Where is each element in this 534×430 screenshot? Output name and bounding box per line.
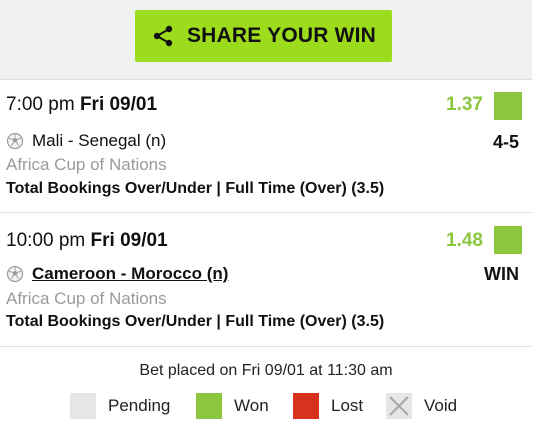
soccer-ball-icon [6, 132, 24, 150]
selection-time: 7:00 pm Fri 09/01 [6, 94, 157, 116]
competition-name: Africa Cup of Nations [6, 155, 167, 174]
event-link[interactable]: Cameroon - Morocco (n) [32, 264, 228, 284]
share-area: SHARE YOUR WIN [0, 0, 532, 80]
void-x-icon [386, 393, 412, 419]
share-your-win-button[interactable]: SHARE YOUR WIN [135, 10, 392, 62]
soccer-ball-icon [6, 265, 24, 283]
selection-date: Fri 09/01 [79, 94, 158, 115]
won-status-indicator [494, 92, 522, 120]
event-line: Mali - Senegal (n) [6, 131, 166, 151]
bet-receipt: SHARE YOUR WIN 7:00 pm Fri 09/01 1.37 Ma… [0, 0, 534, 430]
pending-swatch [70, 393, 96, 419]
status-legend: Pending Won Lost Void [70, 393, 457, 419]
event-result: WIN [484, 264, 519, 284]
legend-item-lost: Lost [293, 393, 386, 419]
selection-date: Fri 09/01 [90, 230, 168, 251]
bet-placed-text: Bet placed on Fri 09/01 at 11:30 am [139, 362, 393, 379]
selection-odds: 1.48 [446, 230, 483, 251]
market-description: Total Bookings Over/Under | Full Time (O… [6, 180, 385, 197]
selection-item: 10:00 pm Fri 09/01 1.48 Cameroon - Moroc… [0, 213, 532, 347]
legend-label: Pending [108, 396, 171, 415]
event-result: 4-5 [492, 132, 519, 152]
event-name: Mali - Senegal (n) [32, 131, 167, 150]
legend-item-pending: Pending [70, 393, 196, 419]
bet-footer: Bet placed on Fri 09/01 at 11:30 am Pend… [0, 347, 532, 430]
legend-item-void: Void [386, 393, 457, 419]
selection-item: 7:00 pm Fri 09/01 1.37 Mali - Senegal (n… [0, 80, 532, 213]
selection-time-value: 10:00 pm [6, 230, 86, 251]
legend-label: Lost [331, 396, 364, 415]
won-status-indicator [494, 226, 522, 254]
share-icon [151, 24, 175, 48]
market-description: Total Bookings Over/Under | Full Time (O… [6, 313, 385, 330]
selection-time-value: 7:00 pm [6, 94, 75, 115]
event-line: Cameroon - Morocco (n) [6, 264, 228, 284]
legend-label: Won [234, 396, 269, 415]
selection-odds: 1.37 [446, 94, 483, 115]
won-swatch [196, 393, 222, 419]
legend-label: Void [424, 396, 458, 415]
lost-swatch [293, 393, 319, 419]
selection-time: 10:00 pm Fri 09/01 [6, 230, 168, 252]
legend-item-won: Won [196, 393, 293, 419]
competition-name: Africa Cup of Nations [6, 289, 167, 308]
share-button-label: SHARE YOUR WIN [186, 24, 377, 47]
